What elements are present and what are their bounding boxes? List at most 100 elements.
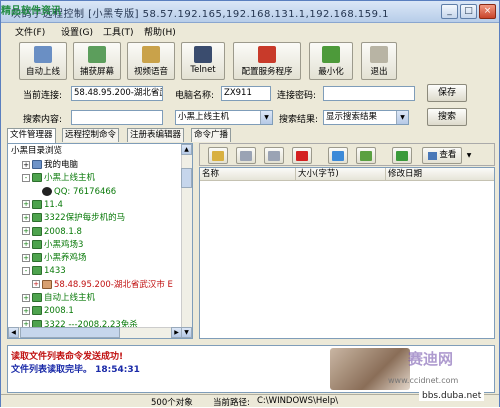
tree-horizontal-scrollbar[interactable]: ◀ ▶ [8, 327, 182, 338]
tree-item[interactable]: +11.4 [22, 199, 63, 211]
column-name[interactable]: 名称 [200, 168, 296, 181]
copy-button[interactable] [236, 147, 256, 164]
tree-item-label: QQ: 76176466 [54, 186, 117, 197]
minimize-button[interactable]: 最小化 [309, 42, 353, 80]
host-icon [32, 306, 42, 316]
expand-icon[interactable]: + [22, 213, 30, 222]
object-count: 500个对象 [151, 398, 193, 408]
tree-item[interactable]: +2008.1 [22, 305, 74, 317]
tree-root-label: 小黑目录浏览 [11, 146, 63, 156]
tree-item[interactable]: - 1433 [22, 265, 66, 277]
search-button[interactable]: 搜索 [427, 108, 467, 126]
scroll-thumb[interactable] [181, 168, 192, 188]
minimize-window-button[interactable]: _ [441, 4, 458, 19]
tab-remote-commands[interactable]: 远程控制命令 [62, 128, 120, 142]
search-content-input[interactable] [71, 110, 163, 125]
tree-item[interactable]: + 小黑鸡场3 [22, 239, 83, 251]
directory-tree[interactable]: 小黑目录浏览 + 我的电脑 - 小黑上线主机 QQ: 76176466 +11.4 +332… [7, 143, 193, 339]
tree-item[interactable]: +58.48.95.200-湖北省武汉市 E [32, 279, 173, 291]
menu-settings[interactable]: 设置(G) [61, 25, 93, 38]
exit-icon [370, 46, 388, 63]
watermark-ccidnet-logo: 赛迪网 [408, 350, 454, 368]
view-dropdown-icon[interactable]: ▼ [464, 147, 474, 164]
rename-icon [360, 151, 372, 161]
up-folder-button[interactable] [208, 147, 228, 164]
tree-item-label: 小黑养鸡场 [44, 253, 87, 264]
search-scope-select[interactable]: 小黑上线主机 ▼ [175, 110, 273, 125]
current-path-label: 当前路径: [213, 398, 250, 408]
rename-button[interactable] [356, 147, 376, 164]
collapse-icon[interactable]: - [22, 266, 30, 275]
search-results-select[interactable]: 显示搜索结果 ▼ [323, 110, 409, 125]
tab-command-broadcast[interactable]: 命令广播 [191, 128, 232, 142]
delete-button[interactable] [292, 147, 312, 164]
exit-button[interactable]: 退出 [361, 42, 397, 80]
tree-vertical-scrollbar[interactable]: ▲ ▼ [181, 144, 192, 338]
tab-registry-editor[interactable]: 注册表编辑器 [127, 128, 185, 142]
capture-screen-button[interactable]: 捕获屏幕 [73, 42, 121, 80]
expand-icon[interactable]: + [22, 293, 30, 302]
scroll-down-icon[interactable]: ▼ [181, 327, 192, 338]
menu-tools[interactable]: 工具(T) [103, 25, 134, 38]
current-connection-field[interactable]: 58.48.95.200-湖北省武 [71, 86, 163, 101]
window-title: 灰鸽子远程控制 [小黑专版] 58.57.192.165,192.168.131… [11, 9, 389, 20]
host-icon [32, 239, 42, 249]
tree-item-label: 1433 [44, 266, 66, 277]
file-list[interactable]: 名称 大小(字节) 修改日期 [199, 167, 495, 339]
close-window-button[interactable]: × [479, 4, 496, 19]
main-toolbar: 自动上线 捕获屏幕 视频语音 Telnet 配置服务程序 最小化 退出 [7, 42, 495, 82]
expand-icon[interactable]: + [22, 240, 30, 249]
save-button[interactable]: 保存 [427, 84, 467, 102]
expand-icon[interactable]: + [22, 200, 30, 209]
watermark-top: 精品软件资讯 [1, 6, 61, 17]
chevron-down-icon: ▼ [396, 111, 408, 124]
menu-bar: 文件(F) 设置(G) 工具(T) 帮助(H) [1, 23, 499, 39]
tree-item[interactable]: + 小黑养鸡场 [22, 252, 87, 264]
tab-file-manager[interactable]: 文件管理器 [7, 128, 56, 143]
paste-button[interactable] [264, 147, 284, 164]
expand-icon[interactable]: + [22, 253, 30, 262]
expand-icon[interactable]: + [32, 280, 40, 289]
tree-item[interactable]: + 我的电脑 [22, 159, 78, 171]
search-content-label: 搜索内容: [23, 115, 63, 125]
tree-item-label: 2008.1 [44, 306, 74, 317]
tree-item[interactable]: QQ: 76176466 [32, 186, 116, 198]
telnet-icon [194, 46, 212, 63]
column-modified[interactable]: 修改日期 [386, 168, 494, 181]
expand-icon[interactable]: + [22, 227, 30, 235]
view-button[interactable]: 查看 [422, 147, 462, 164]
scroll-right-icon[interactable]: ▶ [171, 327, 182, 338]
expand-icon[interactable]: + [22, 306, 30, 315]
maximize-window-button[interactable]: □ [460, 4, 477, 19]
tree-item[interactable]: +3322保护每步机的马 [22, 212, 125, 224]
tree-item-label: 我的电脑 [44, 160, 79, 170]
menu-help[interactable]: 帮助(H) [144, 25, 176, 38]
scroll-thumb-horizontal[interactable] [20, 327, 120, 338]
title-bar[interactable]: 灰鸽子远程控制 [小黑专版] 58.57.192.165,192.168.131… [1, 1, 499, 23]
config-service-button[interactable]: 配置服务程序 [233, 42, 301, 80]
new-folder-button[interactable] [328, 147, 348, 164]
scroll-left-icon[interactable]: ◀ [8, 327, 19, 338]
scroll-up-icon[interactable]: ▲ [181, 144, 192, 155]
tree-item-label: 3322保护每步机的马 [44, 213, 126, 224]
expand-icon[interactable]: + [22, 160, 30, 169]
host-icon [32, 253, 42, 263]
refresh-button[interactable] [392, 147, 412, 164]
menu-file[interactable]: 文件(F) [15, 25, 45, 38]
up-folder-icon [212, 151, 224, 161]
telnet-button[interactable]: Telnet [181, 42, 225, 80]
password-label: 连接密码: [277, 91, 317, 101]
video-voice-button[interactable]: 视频语音 [127, 42, 175, 80]
column-size[interactable]: 大小(字节) [296, 168, 386, 181]
video-voice-icon [142, 46, 160, 63]
tree-item[interactable]: + 自动上线主机 [22, 292, 95, 304]
auto-online-button[interactable]: 自动上线 [19, 42, 67, 80]
tree-item-label: 自动上线主机 [44, 293, 96, 303]
host-icon [32, 199, 42, 209]
tree-item[interactable]: - 小黑上线主机 [22, 172, 95, 184]
collapse-icon[interactable]: - [22, 173, 30, 182]
current-path-value: C:\WINDOWS\Help\ [257, 396, 339, 406]
computer-name-field[interactable]: ZX911 [221, 86, 271, 101]
tree-item[interactable]: +2008.1.8 [22, 226, 82, 238]
password-field[interactable] [323, 86, 415, 101]
